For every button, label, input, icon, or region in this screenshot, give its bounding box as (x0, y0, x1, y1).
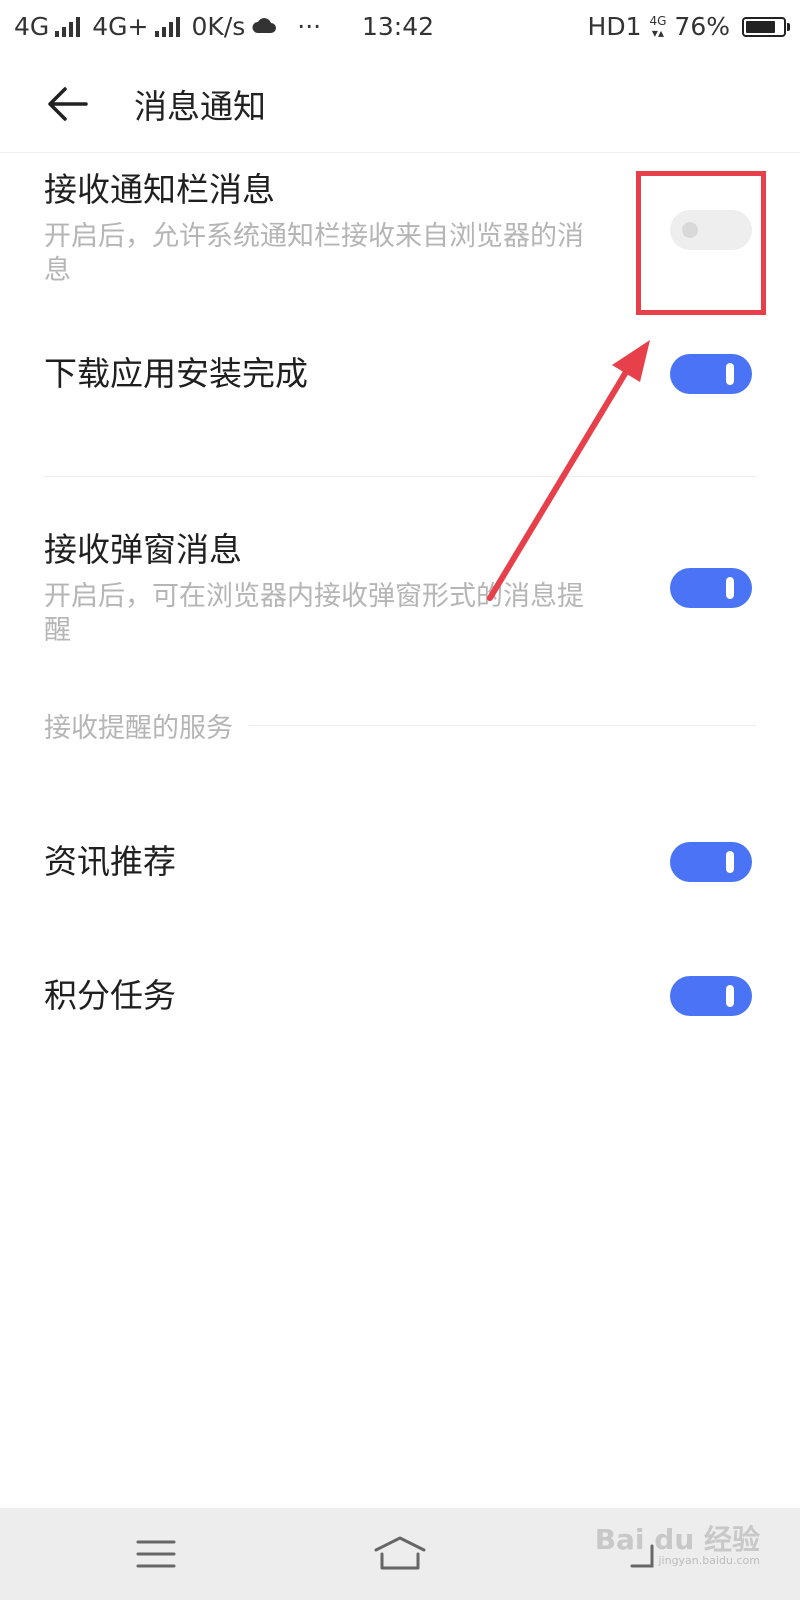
section-divider (249, 725, 756, 726)
watermark-logo: Bai du 经验 jingyan.baidu.com (594, 1523, 760, 1567)
setting-row-popup-messages: 接收弹窗消息 开启后，可在浏览器内接收弹窗形式的消息提醒 (44, 528, 756, 648)
setting-row-points-tasks: 积分任务 (44, 974, 756, 1018)
setting-description: 开启后，允许系统通知栏接收来自浏览器的消息 (44, 221, 584, 286)
annotation-highlight-box (636, 171, 766, 315)
setting-row-news-recommend: 资讯推荐 (44, 840, 756, 884)
signal-icon-2 (154, 16, 180, 37)
home-icon (374, 1536, 426, 1570)
setting-row-download-complete: 下载应用安装完成 (44, 352, 756, 396)
setting-title: 接收弹窗消息 (44, 530, 242, 569)
menu-icon (136, 1540, 176, 1568)
page-title: 消息通知 (134, 87, 266, 126)
toggle-knob (726, 363, 734, 385)
battery-icon (742, 16, 790, 37)
toggle-knob (726, 851, 734, 873)
network-speed: 0K/s (191, 12, 246, 41)
network-type-1: 4G (14, 12, 50, 41)
status-right: HD1 4G ▾▴ 76% (587, 12, 790, 41)
menu-button[interactable] (126, 1526, 186, 1582)
cloud-icon (251, 12, 277, 41)
mobile-data-icon: 4G ▾▴ (649, 13, 667, 40)
toggle-points-tasks[interactable] (670, 976, 752, 1016)
signal-icon (55, 16, 81, 37)
setting-title: 下载应用安装完成 (44, 354, 308, 393)
home-button[interactable] (370, 1526, 430, 1582)
more-indicator: ··· (297, 12, 322, 41)
status-bar: 4G 4G+ 0K/s ··· 13:42 HD1 4G ▾▴ 76% (0, 0, 800, 56)
status-left: 4G 4G+ 0K/s ··· (14, 12, 321, 41)
setting-description: 开启后，可在浏览器内接收弹窗形式的消息提醒 (44, 581, 584, 646)
toggle-download-complete[interactable] (670, 354, 752, 394)
clock: 13:42 (362, 12, 435, 41)
toggle-news-recommend[interactable] (670, 842, 752, 882)
back-button[interactable] (40, 78, 96, 130)
battery-percent: 76% (674, 12, 730, 41)
network-type-2: 4G+ (92, 12, 149, 41)
setting-title: 积分任务 (44, 976, 176, 1015)
hd-indicator: HD1 (587, 12, 642, 41)
toggle-knob (726, 577, 734, 599)
section-title: 接收提醒的服务 (44, 713, 233, 744)
section-header-reminder-services: 接收提醒的服务 (44, 706, 756, 745)
back-arrow-icon (48, 87, 88, 121)
setting-title: 资讯推荐 (44, 842, 176, 881)
toggle-popup-messages[interactable] (670, 568, 752, 608)
top-app-bar: 消息通知 (0, 56, 800, 153)
divider (44, 476, 756, 477)
toggle-knob (726, 985, 734, 1007)
